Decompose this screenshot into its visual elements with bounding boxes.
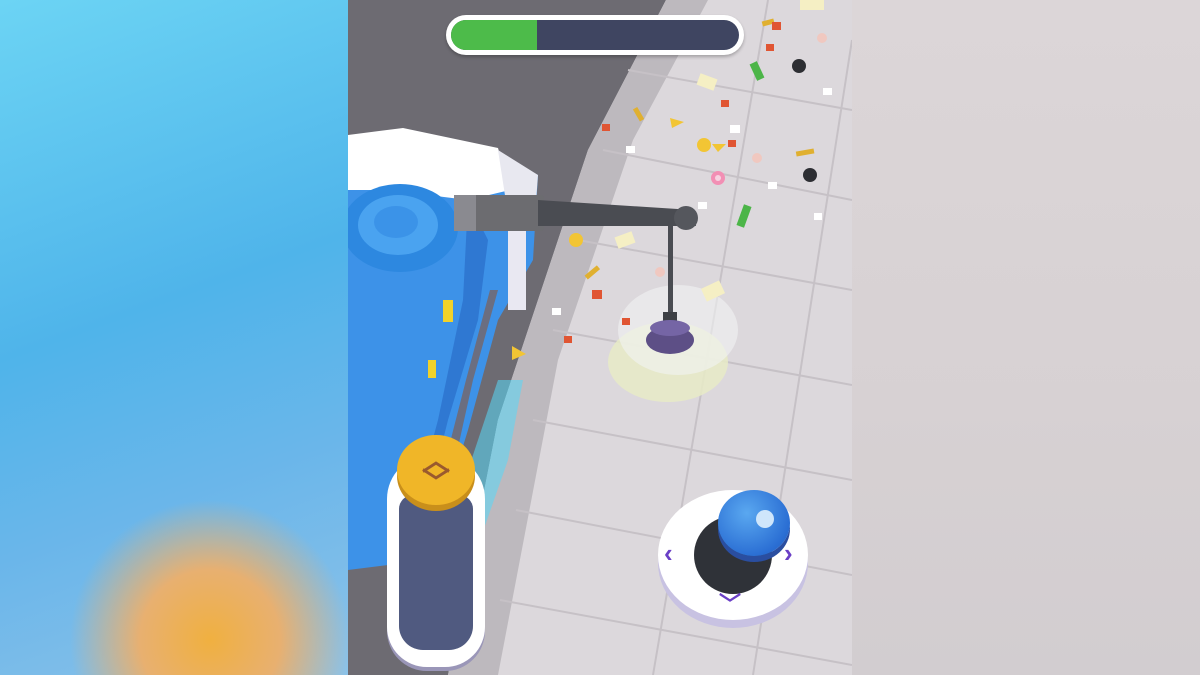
movement-joystick[interactable]: ‹ › ﹀ [658,490,808,626]
blurred-left-background [0,0,348,675]
progress-fill [451,20,538,50]
chevron-down-icon: ﹀ [719,592,742,617]
progress-track [451,20,739,50]
arm-height-slider[interactable]: ︿ ﹀ [387,435,485,667]
blurred-right-background [852,0,1200,675]
slider-knob[interactable]: ︿ ﹀ [397,435,475,505]
chevron-down-icon: ﹀ [421,467,450,498]
game-viewport[interactable]: ︿ ﹀ ‹ › ﹀ [348,0,852,675]
chevron-left-icon: ‹ [664,538,673,568]
chevron-right-icon: › [784,538,793,568]
level-progress-bar [446,15,744,55]
slider-track [399,495,473,650]
joystick-knob[interactable] [718,490,790,556]
joystick-knob-highlight [756,510,774,528]
